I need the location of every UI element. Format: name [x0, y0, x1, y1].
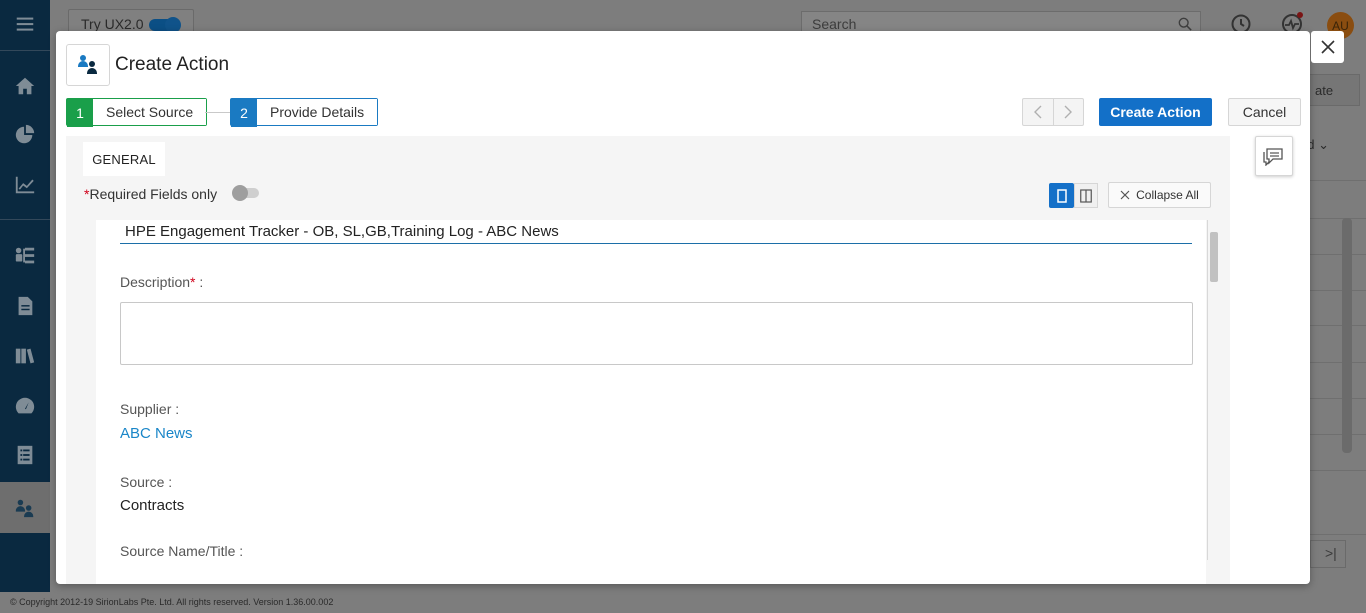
- form-content: HPE Engagement Tracker - OB, SL,GB,Train…: [96, 220, 1206, 584]
- background-scrollbar: [1342, 218, 1352, 453]
- sidebar: [0, 0, 50, 592]
- form-scrollbar[interactable]: [1207, 220, 1218, 560]
- step-number: 2: [231, 99, 257, 127]
- supplier-label: Supplier :: [120, 401, 180, 417]
- description-label: Description* :: [120, 274, 204, 290]
- create-action-button[interactable]: Create Action: [1099, 98, 1212, 126]
- toggle-switch[interactable]: [149, 17, 181, 33]
- home-icon[interactable]: [0, 62, 50, 110]
- single-column-icon: [1056, 188, 1067, 203]
- source-label: Source :: [120, 474, 173, 490]
- source-value: Contracts: [120, 497, 185, 514]
- collapse-all-button[interactable]: Collapse All: [1108, 182, 1211, 208]
- create-action-modal: Create Action 1 Select Source 2 Provide …: [56, 31, 1310, 584]
- step-connector: [205, 112, 230, 113]
- single-column-layout-button[interactable]: [1049, 183, 1074, 208]
- list-icon[interactable]: [0, 431, 50, 479]
- source-name-label: Source Name/Title :: [120, 543, 244, 559]
- step-label: Select Source: [93, 99, 207, 125]
- tab-general[interactable]: GENERAL: [83, 142, 165, 176]
- pie-chart-icon[interactable]: [0, 111, 50, 159]
- step-select-source[interactable]: 1 Select Source: [66, 98, 208, 127]
- supplier-link[interactable]: ABC News: [120, 425, 193, 442]
- record-navigation: [1022, 98, 1084, 126]
- required-fields-toggle[interactable]: [232, 185, 259, 201]
- actions-icon[interactable]: [0, 482, 50, 533]
- two-column-layout-button[interactable]: [1074, 183, 1098, 208]
- search-placeholder: Search: [812, 16, 857, 32]
- close-modal-button[interactable]: [1311, 31, 1344, 63]
- modal-title: Create Action: [115, 54, 230, 75]
- next-button[interactable]: [1052, 99, 1084, 125]
- action-title-input[interactable]: HPE Engagement Tracker - OB, SL,GB,Train…: [120, 220, 1192, 244]
- try-ux-label: Try UX2.0: [81, 16, 144, 32]
- collapse-all-label: Collapse All: [1136, 188, 1199, 202]
- last-page-button: >|: [1310, 540, 1346, 568]
- previous-button[interactable]: [1023, 99, 1053, 125]
- hierarchy-icon[interactable]: [0, 232, 50, 280]
- menu-icon[interactable]: [0, 0, 50, 48]
- required-fields-label: *Required Fields only: [84, 186, 218, 202]
- two-column-icon: [1080, 188, 1092, 203]
- line-chart-icon[interactable]: [0, 161, 50, 209]
- books-icon[interactable]: [0, 332, 50, 380]
- step-number: 1: [67, 99, 93, 127]
- cancel-button[interactable]: Cancel: [1228, 98, 1301, 126]
- step-label: Provide Details: [257, 99, 378, 125]
- comments-button[interactable]: [1255, 136, 1293, 176]
- speedometer-icon[interactable]: [0, 382, 50, 430]
- scrollbar-thumb[interactable]: [1210, 232, 1218, 282]
- search-icon: [1178, 17, 1192, 31]
- create-action-icon: [66, 44, 110, 86]
- collapse-icon: [1120, 190, 1130, 200]
- document-icon[interactable]: [0, 282, 50, 330]
- close-icon: [1320, 40, 1335, 54]
- background-table: [1310, 180, 1366, 535]
- description-textarea[interactable]: [120, 302, 1193, 365]
- footer-copyright: © Copyright 2012-19 SirionLabs Pte. Ltd.…: [0, 592, 1366, 613]
- step-provide-details[interactable]: 2 Provide Details: [230, 98, 379, 127]
- chevron-left-icon: [1033, 105, 1042, 119]
- chevron-right-icon: [1064, 105, 1073, 119]
- comment-icon: [1263, 148, 1283, 166]
- details-panel: GENERAL *Required Fields only Collapse A…: [66, 136, 1230, 584]
